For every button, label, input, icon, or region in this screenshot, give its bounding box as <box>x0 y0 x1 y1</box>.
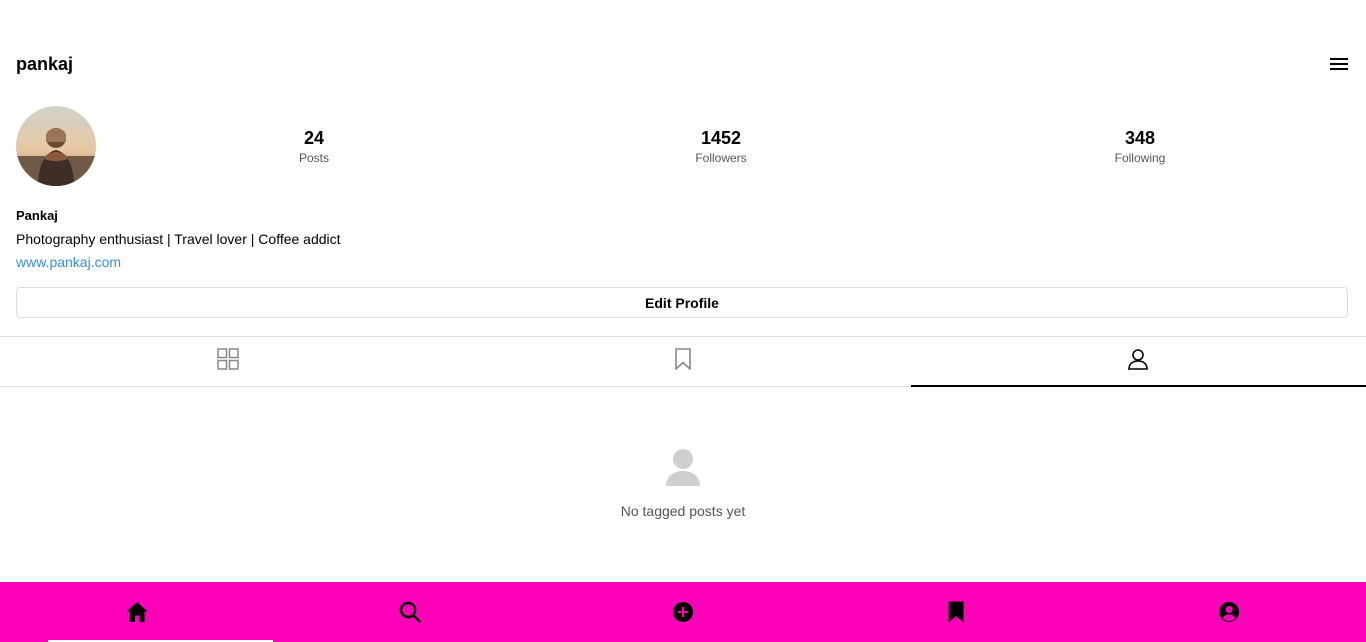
tagged-user-icon <box>1126 347 1150 376</box>
nav-home[interactable] <box>0 582 274 642</box>
profile-header: 24 Posts 1452 Followers 348 Following <box>16 106 1366 186</box>
bottom-navigation <box>0 582 1366 642</box>
grid-icon <box>216 347 240 376</box>
bookmark-icon <box>673 347 693 376</box>
edit-profile-button[interactable]: Edit Profile <box>16 287 1348 318</box>
nav-search[interactable] <box>273 582 546 642</box>
nav-add-post[interactable] <box>546 582 819 642</box>
following-count: 348 <box>1124 128 1156 148</box>
user-placeholder-icon <box>665 449 701 490</box>
tab-saved[interactable] <box>455 337 910 386</box>
empty-state-message: No tagged posts yet <box>620 503 746 519</box>
posts-count: 24 <box>303 128 325 148</box>
stat-posts[interactable]: 24 Posts <box>234 126 394 166</box>
nav-saved[interactable] <box>820 582 1093 642</box>
followers-count: 1452 <box>700 128 742 148</box>
add-post-icon <box>672 601 694 628</box>
display-name: Pankaj <box>16 208 58 223</box>
followers-label: Followers <box>695 151 747 165</box>
hamburger-menu-icon[interactable] <box>1328 53 1350 75</box>
top-bar: pankaj <box>16 50 1350 78</box>
posts-label: Posts <box>298 151 329 165</box>
bio-section: Pankaj Photography enthusiast | Travel l… <box>16 207 341 271</box>
website-link[interactable]: www.pankaj.com <box>16 253 121 271</box>
bio-text: Photography enthusiast | Travel lover | … <box>16 231 341 247</box>
nav-profile[interactable] <box>1093 582 1366 642</box>
bookmark-icon <box>947 600 965 629</box>
stat-followers[interactable]: 1452 Followers <box>641 126 801 166</box>
profile-page: pankaj 24 Posts 1452 Followers 348 Follo… <box>0 0 1366 642</box>
empty-state: No tagged posts yet <box>0 448 1366 519</box>
avatar[interactable] <box>16 106 96 186</box>
home-icon <box>125 600 149 629</box>
profile-tabs <box>0 336 1366 387</box>
stat-following[interactable]: 348 Following <box>1060 126 1220 166</box>
header-username: pankaj <box>16 53 74 74</box>
tab-tagged[interactable] <box>910 337 1366 387</box>
tab-posts-grid[interactable] <box>0 337 455 386</box>
search-icon <box>398 600 422 629</box>
profile-icon <box>1218 601 1240 628</box>
following-label: Following <box>1114 151 1166 165</box>
